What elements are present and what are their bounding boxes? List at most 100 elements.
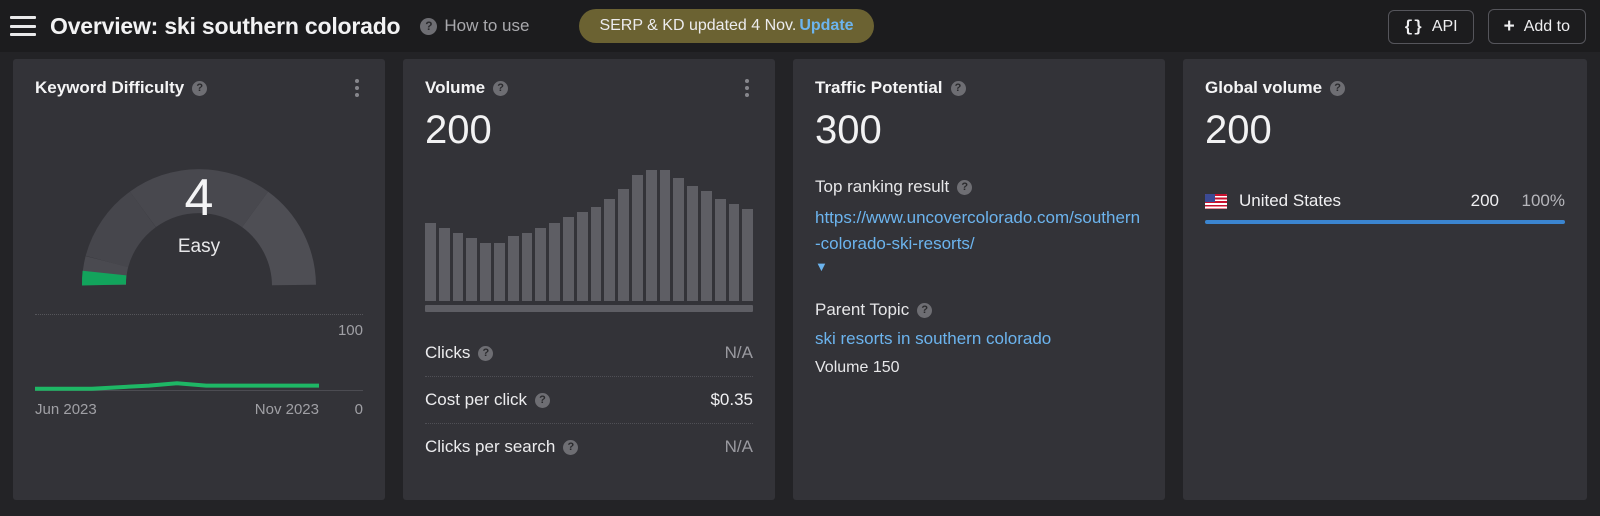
volume-metric-value: N/A [725,343,753,363]
global-volume-country-percent: 100% [1511,191,1565,211]
volume-bar [729,204,740,301]
volume-bar [480,243,491,301]
update-link[interactable]: Update [799,17,853,34]
help-icon[interactable]: ? [478,346,493,361]
help-icon[interactable]: ? [951,81,966,96]
kebab-dot [355,93,359,97]
header-actions: {} API + Add to [1388,9,1586,44]
help-icon[interactable]: ? [192,81,207,96]
traffic-card-header: Traffic Potential ? [815,78,1143,98]
kd-axis-start-date: Jun 2023 [35,401,97,418]
volume-metric-label-text: Cost per click [425,390,527,410]
global-volume-bar-fill [1205,220,1565,224]
add-to-button-label: Add to [1524,18,1570,36]
volume-bar [604,199,615,301]
volume-bar [577,212,588,301]
volume-metrics-list: Clicks? N/A Cost per click? $0.35 Clicks per… [425,330,753,470]
top-ranking-result-label: Top ranking result [815,177,949,197]
how-to-use-link[interactable]: ? How to use [420,16,529,36]
volume-bar [535,228,546,301]
volume-bar [660,170,671,301]
code-braces-icon: {} [1404,18,1423,36]
volume-metric-row: Clicks? N/A [425,330,753,376]
help-icon[interactable]: ? [917,303,932,318]
volume-bar [466,238,477,301]
traffic-potential-value: 300 [815,109,1143,151]
top-ranking-result-label-row: Top ranking result ? [815,177,1143,197]
volume-metric-value: N/A [725,437,753,457]
kebab-dot [745,86,749,90]
api-button-label: API [1432,18,1458,36]
kd-axis-max-label: 100 [338,322,363,339]
volume-bar [425,223,436,301]
kebab-dot [745,79,749,83]
volume-value: 200 [425,109,753,151]
global-volume-row-line: United States200100% [1205,191,1565,211]
volume-card-title: Volume [425,78,485,98]
volume-card-menu-icon[interactable] [739,77,755,99]
volume-metric-value: $0.35 [710,390,753,410]
hamburger-bar [10,25,36,28]
hamburger-icon[interactable] [10,16,36,36]
add-to-button[interactable]: + Add to [1488,9,1586,44]
volume-bar [563,217,574,301]
kd-axis-min-label: 0 [355,401,363,418]
volume-trend-bars [425,165,753,301]
volume-bar [715,199,726,301]
volume-bar [618,189,629,301]
app-header: Overview: ski southern colorado ? How to… [0,0,1600,52]
metrics-card-grid: Keyword Difficulty ? [0,52,1600,516]
chevron-down-icon[interactable]: ▼ [815,259,1143,274]
kd-gauge: 4 Easy [35,100,363,292]
volume-bar [508,236,519,301]
kd-card-menu-icon[interactable] [349,77,365,99]
volume-metric-label: Cost per click? [425,390,550,410]
help-icon: ? [420,18,437,35]
volume-metric-row: Cost per click? $0.35 [425,376,753,423]
global-volume-country-volume: 200 [1471,191,1499,211]
global-volume-card-header: Global volume ? [1205,78,1565,98]
serp-kd-update-banner[interactable]: SERP & KD updated 4 Nov.Update [579,9,873,43]
help-icon[interactable]: ? [563,440,578,455]
volume-bar [742,209,753,301]
how-to-use-label: How to use [444,16,529,36]
volume-metric-label-text: Clicks per search [425,437,555,457]
kd-trend-line [35,314,319,391]
volume-bar [591,207,602,301]
api-button[interactable]: {} API [1388,10,1474,44]
volume-metric-row: Clicks per search? N/A [425,423,753,470]
traffic-potential-card: Traffic Potential ? 300 Top ranking resu… [793,59,1165,500]
volume-metric-label: Clicks per search? [425,437,578,457]
parent-topic-label: Parent Topic [815,300,909,320]
top-ranking-result-url[interactable]: https://www.uncovercolorado.com/southern… [815,205,1143,256]
global-volume-row: United States200100% [1205,191,1565,224]
volume-bar [522,233,533,301]
kd-card-header: Keyword Difficulty ? [35,78,363,98]
volume-bar [701,191,712,301]
volume-bar [439,228,450,301]
traffic-card-title: Traffic Potential [815,78,943,98]
volume-bar [673,178,684,301]
flag-united-states-icon [1205,194,1227,209]
kebab-dot [355,79,359,83]
volume-metric-label: Clicks? [425,343,493,363]
parent-topic-link[interactable]: ski resorts in southern colorado [815,329,1143,349]
kd-gauge-value-arc [104,273,105,285]
volume-bar [549,223,560,301]
volume-card: Volume ? 200 Clicks? N/A Cost per click? $0… [403,59,775,500]
global-volume-country-list: United States200100% [1205,191,1565,224]
volume-bar [632,175,643,301]
help-icon[interactable]: ? [535,393,550,408]
volume-bar [646,170,657,301]
help-icon[interactable]: ? [957,180,972,195]
volume-card-header: Volume ? [425,78,753,98]
page-title: Overview: ski southern colorado [50,13,400,40]
update-notice-text: SERP & KD updated 4 Nov. [599,17,796,34]
kebab-dot [745,93,749,97]
keyword-difficulty-card: Keyword Difficulty ? [13,59,385,500]
help-icon[interactable]: ? [1330,81,1345,96]
kd-axis-end-date: Nov 2023 [255,401,319,418]
parent-topic-volume: Volume 150 [815,359,1143,377]
help-icon[interactable]: ? [493,81,508,96]
kd-value: 4 [35,172,363,224]
